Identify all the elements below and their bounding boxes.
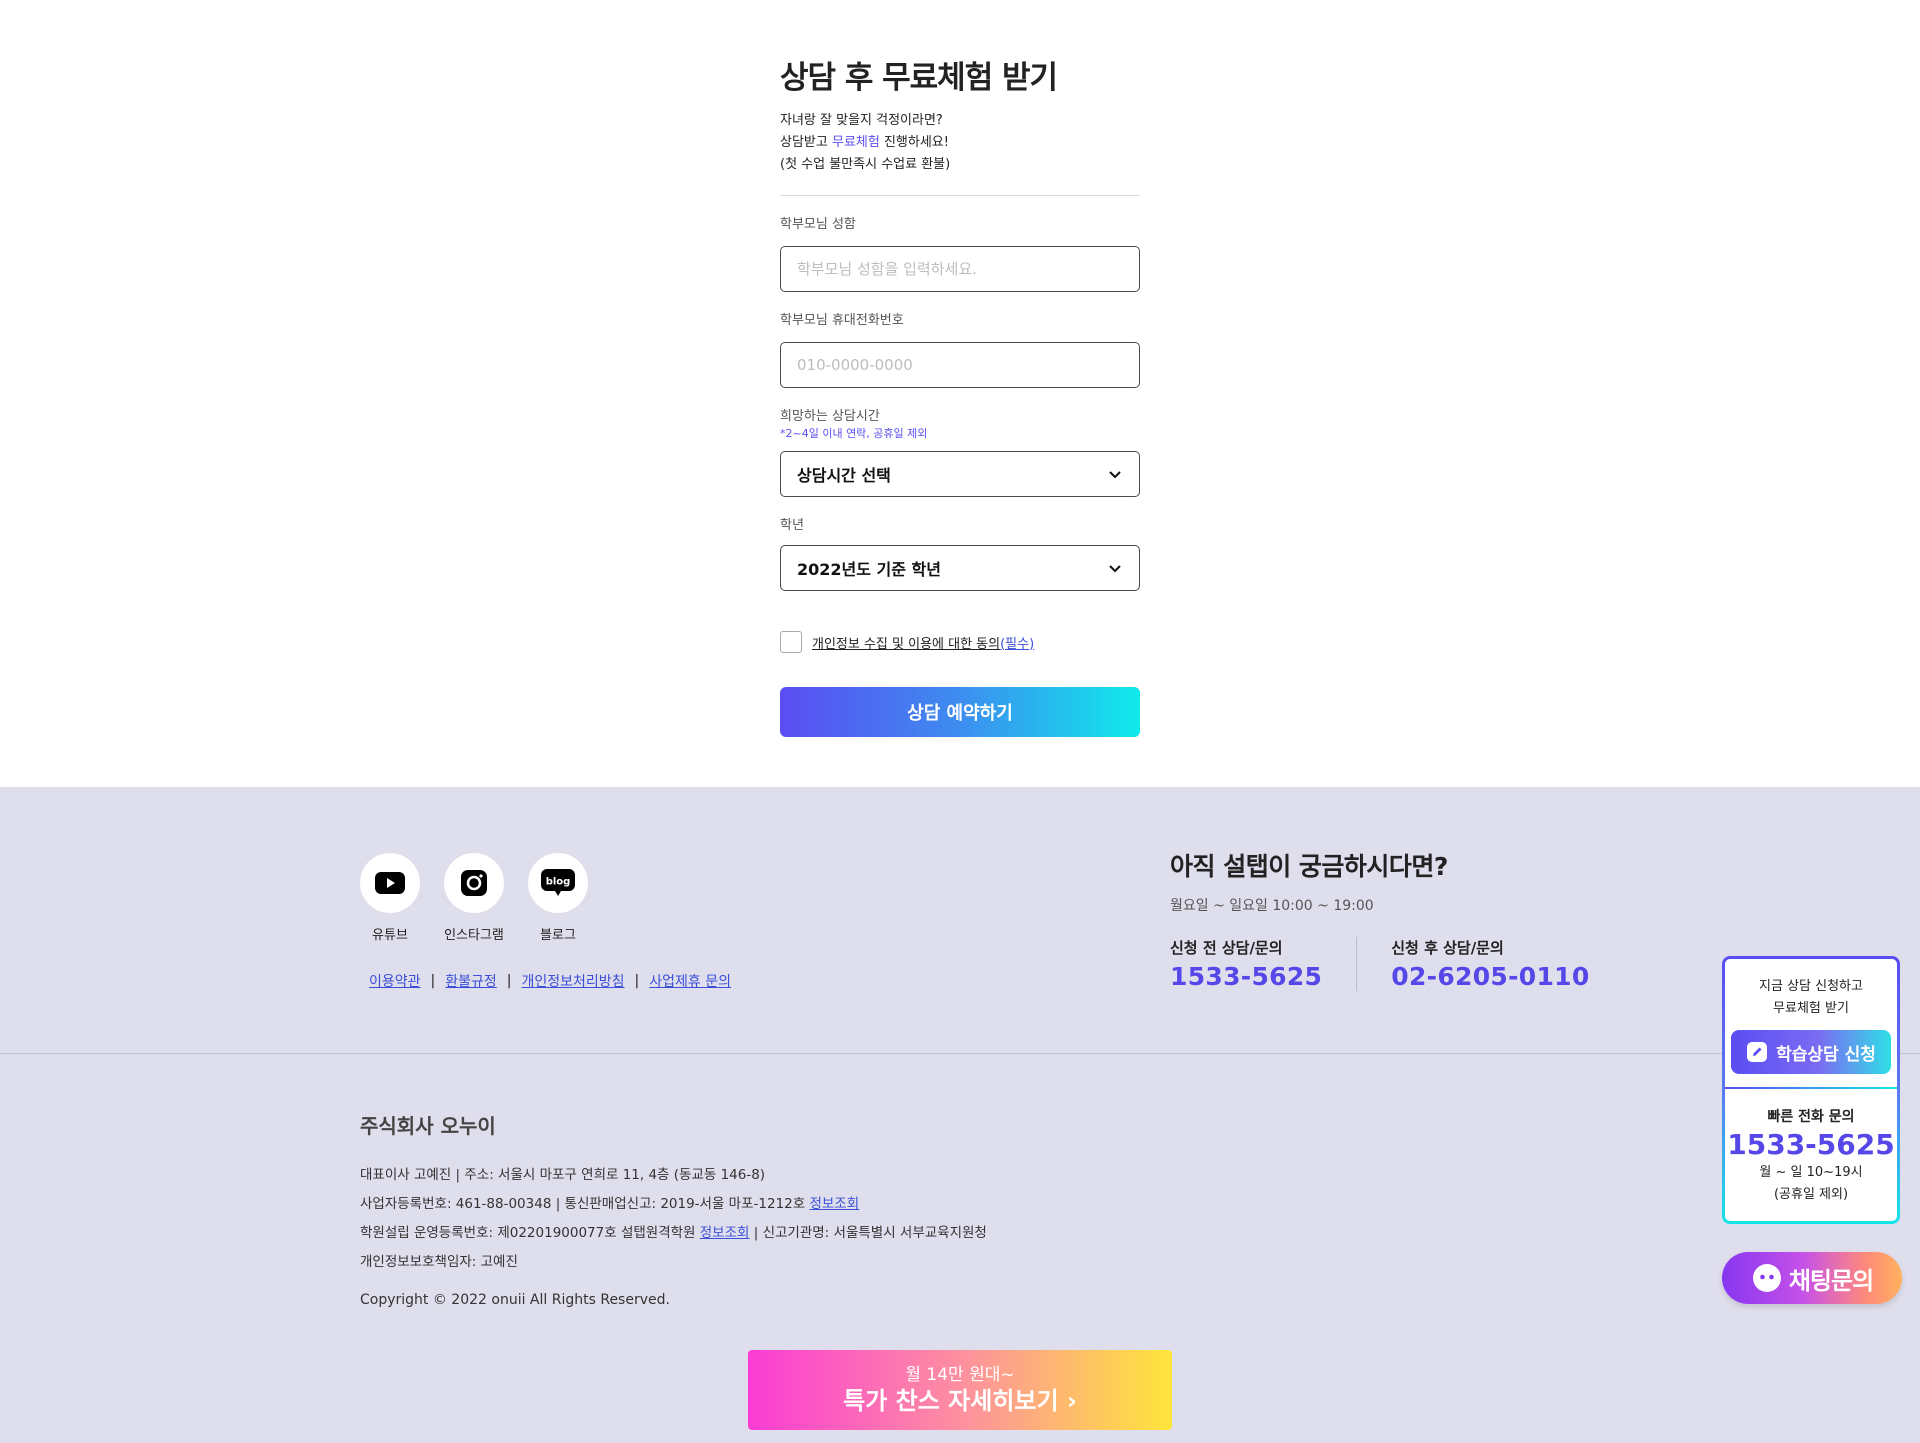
intro-line-2: 상담받고 무료체험 진행하세요! — [780, 132, 1140, 154]
widget-top: 지금 상담 신청하고 무료체험 받기 학습상담 신청 — [1725, 959, 1897, 1074]
intro-line-3: (첫 수업 불만족시 수업료 환불) — [780, 157, 951, 172]
edit-icon — [1747, 1042, 1768, 1062]
partnership-link[interactable]: 사업제휴 문의 — [649, 971, 731, 991]
widget-bottom: 빠른 전화 문의 1533-5625 월 ~ 일 10~19시 (공휴일 제외) — [1725, 1089, 1897, 1206]
study-consult-apply-label: 학습상담 신청 — [1776, 1044, 1876, 1065]
parent-phone-input[interactable] — [780, 342, 1140, 388]
intro-free-trial-highlight: 무료체험 — [831, 135, 880, 150]
floating-consult-widget: 지금 상담 신청하고 무료체험 받기 학습상담 신청 빠른 전화 문의 1533… — [1722, 956, 1900, 1224]
chat-icon — [1752, 1264, 1781, 1292]
phone-after: 신청 후 상담/문의 02-6205-0110 — [1356, 937, 1589, 991]
social-label-youtube[interactable]: 유튜브 — [372, 924, 408, 943]
academy-info-lookup-link[interactable]: 정보조회 — [700, 1225, 750, 1241]
link-separator: | — [634, 973, 640, 989]
terms-link[interactable]: 이용약관 — [369, 971, 421, 991]
consult-time-note: *2~4일 이내 연락, 공휴일 제외 — [780, 427, 928, 440]
phone-before: 신청 전 상담/문의 1533-5625 — [1170, 937, 1322, 991]
social-youtube[interactable]: 유튜브 — [360, 853, 420, 943]
chat-inquiry-button[interactable]: 채팅문의 — [1722, 1252, 1902, 1304]
form-intro: 자녀랑 잘 맞을지 걱정이라면? 상담받고 무료체험 진행하세요! (첫 수업 … — [780, 110, 1140, 176]
widget-phone-number[interactable]: 1533-5625 — [1725, 1128, 1897, 1162]
company-name: 주식회사 오누이 — [360, 1114, 496, 1138]
form-title: 상담 후 무료체험 받기 — [780, 60, 1058, 96]
company-info-line-3: 학원설립 운영등록번호: 제02201900077호 설탭원격학원 정보조회 |… — [360, 1219, 987, 1248]
youtube-icon[interactable] — [360, 853, 420, 913]
contact-help: 아직 설탭이 궁금하시다면? 월요일 ~ 일요일 10:00 ~ 19:00 신… — [1170, 847, 1590, 991]
study-consult-apply-button[interactable]: 학습상담 신청 — [1731, 1030, 1891, 1074]
chevron-down-icon — [1109, 471, 1121, 479]
phone-after-label: 신청 후 상담/문의 — [1391, 939, 1504, 957]
intro-line-2-prefix: 상담받고 — [780, 135, 832, 150]
widget-line-2: 무료체험 받기 — [1773, 1001, 1849, 1016]
special-offer-banner[interactable]: 월 14만 원대~ 특가 찬스 자세히보기 › — [748, 1350, 1172, 1430]
company-info-line-3-text: 학원설립 운영등록번호: 제02201900077호 설탭원격학원 — [360, 1225, 700, 1241]
parent-phone-label: 학부모님 휴대전화번호 — [780, 313, 904, 328]
promo-title: 특가 찬스 자세히보기 › — [843, 1387, 1077, 1415]
consult-time-select[interactable]: 상담시간 선택 — [780, 451, 1140, 497]
reserve-consultation-button[interactable]: 상담 예약하기 — [780, 687, 1140, 737]
grade-select[interactable]: 2022년도 기준 학년 — [780, 545, 1140, 591]
phone-after-number[interactable]: 02-6205-0110 — [1391, 962, 1589, 991]
social-label-instagram[interactable]: 인스타그램 — [444, 924, 504, 943]
business-info-lookup-link[interactable]: 정보조회 — [809, 1196, 859, 1212]
phone-before-label: 신청 전 상담/문의 — [1170, 939, 1283, 957]
consult-time-label: 희망하는 상담시간 — [780, 409, 880, 424]
company-info-line-2: 사업자등록번호: 461-88-00348 | 통신판매업신고: 2019-서울… — [360, 1190, 987, 1219]
parent-name-input[interactable] — [780, 246, 1140, 292]
chat-inquiry-label: 채팅문의 — [1788, 1266, 1874, 1295]
social-blog[interactable]: blog 블로그 — [528, 853, 588, 943]
policy-links: 이용약관 | 환불규정 | 개인정보처리방침 | 사업제휴 문의 — [369, 971, 731, 991]
consult-time-selected: 상담시간 선택 — [797, 466, 891, 485]
social-instagram[interactable]: 인스타그램 — [444, 853, 504, 943]
company-details: 대표이사 고예진 | 주소: 서울시 마포구 연희로 11, 4층 (동교동 1… — [360, 1161, 987, 1277]
help-title: 아직 설탭이 궁금하시다면? — [1170, 852, 1448, 881]
footer: 유튜브 인스타그램 blog 블로그 이용약관 | 환불규정 | 개인정보처리방… — [0, 787, 1920, 1443]
consultation-form: 상담 후 무료체험 받기 자녀랑 잘 맞을지 걱정이라면? 상담받고 무료체험 … — [780, 58, 1140, 737]
link-separator: | — [506, 973, 512, 989]
company-info-line-3-suffix: | 신고기관명: 서울특별시 서부교육지원청 — [749, 1225, 987, 1241]
blog-icon-text: blog — [546, 877, 571, 888]
instagram-icon[interactable] — [444, 853, 504, 913]
widget-hours: 월 ~ 일 10~19시 — [1759, 1165, 1863, 1180]
parent-name-label: 학부모님 성함 — [780, 217, 856, 232]
privacy-agreement: 개인정보 수집 및 이용에 대한 동의(필수) — [780, 631, 1140, 653]
social-links: 유튜브 인스타그램 blog 블로그 — [360, 853, 588, 943]
contact-phones: 신청 전 상담/문의 1533-5625 신청 후 상담/문의 02-6205-… — [1170, 937, 1590, 991]
blog-icon[interactable]: blog — [528, 853, 588, 913]
privacy-agree-label[interactable]: 개인정보 수집 및 이용에 대한 동의(필수) — [812, 633, 1034, 652]
link-separator: | — [430, 973, 436, 989]
grade-selected: 2022년도 기준 학년 — [797, 560, 941, 579]
company-info-line-1: 대표이사 고예진 | 주소: 서울시 마포구 연희로 11, 4층 (동교동 1… — [360, 1167, 766, 1183]
privacy-agree-text[interactable]: 개인정보 수집 및 이용에 대한 동의 — [812, 637, 1000, 652]
company-info: 주식회사 오누이 대표이사 고예진 | 주소: 서울시 마포구 연희로 11, … — [360, 1110, 987, 1308]
privacy-policy-link[interactable]: 개인정보처리방침 — [522, 971, 625, 991]
privacy-agree-required[interactable]: (필수) — [1000, 637, 1034, 652]
company-info-line-2-text: 사업자등록번호: 461-88-00348 | 통신판매업신고: 2019-서울… — [360, 1196, 810, 1212]
grade-label: 학년 — [780, 518, 804, 533]
widget-holiday-note: (공휴일 제외) — [1773, 1187, 1849, 1202]
copyright: Copyright © 2022 onuii All Rights Reserv… — [360, 1292, 670, 1308]
widget-phone-label: 빠른 전화 문의 — [1767, 1109, 1855, 1125]
privacy-agree-checkbox[interactable] — [780, 631, 802, 653]
refund-policy-link[interactable]: 환불규정 — [445, 971, 497, 991]
footer-divider — [0, 1053, 1920, 1054]
form-divider — [780, 195, 1140, 196]
phone-before-number[interactable]: 1533-5625 — [1170, 962, 1322, 991]
help-hours: 월요일 ~ 일요일 10:00 ~ 19:00 — [1170, 898, 1374, 914]
chevron-down-icon — [1109, 565, 1121, 573]
company-info-line-4: 개인정보보호책임자: 고예진 — [360, 1254, 518, 1270]
intro-line-1: 자녀랑 잘 맞을지 걱정이라면? — [780, 113, 943, 128]
social-label-blog[interactable]: 블로그 — [540, 924, 576, 943]
widget-line-1: 지금 상담 신청하고 — [1759, 979, 1863, 994]
intro-line-2-suffix: 진행하세요! — [879, 135, 949, 150]
promo-subtitle: 월 14만 원대~ — [905, 1365, 1015, 1385]
